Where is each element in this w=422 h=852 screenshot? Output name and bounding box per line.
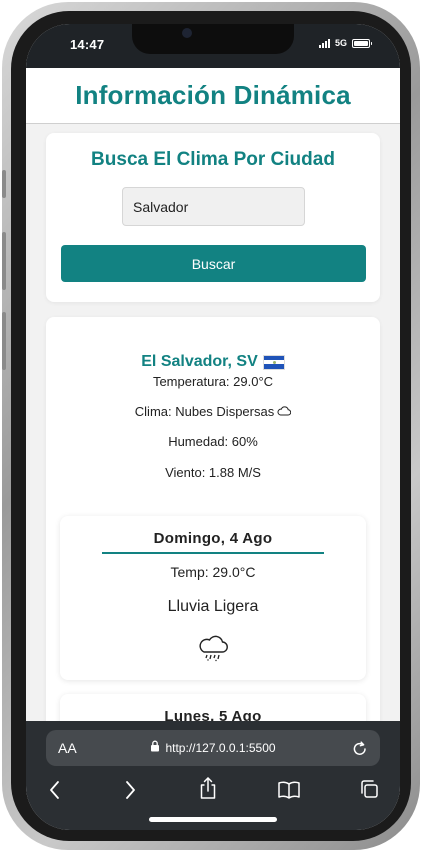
phone-screen: 14:47 5G Información Dinámica Busca El C… xyxy=(26,24,400,830)
city-heading: El Salvador, SV xyxy=(46,353,380,371)
share-icon[interactable] xyxy=(199,776,217,805)
wind-text: Viento: 1.88 M/S xyxy=(46,465,380,480)
temperature-value: Temperatura: 29.0°C xyxy=(152,374,274,389)
status-indicators: 5G xyxy=(318,38,372,48)
home-indicator[interactable] xyxy=(149,817,277,822)
status-bar: 14:47 5G xyxy=(26,24,400,68)
network-label: 5G xyxy=(334,38,347,48)
el-salvador-flag-icon xyxy=(262,354,285,370)
condition-value: Clima: Nubes Dispersas xyxy=(134,404,275,419)
wind-value: Viento: 1.88 M/S xyxy=(165,465,261,480)
humidity-value: Humedad: 60% xyxy=(168,434,258,449)
forecast-description: Lluvia Ligera xyxy=(167,598,259,615)
forecast-day: Lunes, 5 Ago xyxy=(164,708,262,722)
city-name: El Salvador, SV xyxy=(141,353,258,370)
temperature-text: Temperatura: 29.0°C xyxy=(46,374,380,389)
forecast-divider xyxy=(102,552,324,554)
battery-icon xyxy=(352,38,372,48)
page-content[interactable]: Busca El Clima Por Ciudad Buscar El Salv… xyxy=(26,124,400,722)
page-title: Información Dinámica xyxy=(75,80,351,110)
front-camera xyxy=(182,28,192,38)
signal-icon xyxy=(318,38,330,48)
status-time: 14:47 xyxy=(70,37,105,52)
browser-toolbar: AA http://127.0.0.1:5500 xyxy=(26,721,400,830)
volume-up-button xyxy=(2,232,6,290)
cloud-icon xyxy=(277,404,292,419)
condition-text: Clima: Nubes Dispersas xyxy=(46,404,380,419)
forecast-card: Lunes, 5 Ago xyxy=(60,694,366,722)
city-search-input[interactable] xyxy=(122,187,305,226)
url-display[interactable]: http://127.0.0.1:5500 xyxy=(46,730,380,766)
volume-down-button xyxy=(2,312,6,370)
mute-switch xyxy=(2,170,6,198)
bookmarks-icon[interactable] xyxy=(277,779,301,804)
humidity-text: Humedad: 60% xyxy=(46,434,380,449)
url-text: http://127.0.0.1:5500 xyxy=(165,741,276,755)
back-icon[interactable] xyxy=(48,779,62,806)
weather-card: El Salvador, SV Temperatura: 29.0°C Clim… xyxy=(46,317,380,722)
browser-nav-row xyxy=(26,776,400,806)
rain-cloud-icon xyxy=(197,634,229,667)
page-header: Información Dinámica xyxy=(26,68,400,124)
tabs-icon[interactable] xyxy=(359,779,379,804)
forecast-temp: Temp: 29.0°C xyxy=(170,564,256,580)
search-card: Busca El Clima Por Ciudad Buscar xyxy=(46,133,380,302)
forward-icon[interactable] xyxy=(123,779,137,806)
notch xyxy=(132,24,294,54)
forecast-day: Domingo, 4 Ago xyxy=(153,530,273,547)
search-button[interactable]: Buscar xyxy=(61,245,366,282)
search-heading: Busca El Clima Por Ciudad xyxy=(91,149,335,170)
forecast-card: Domingo, 4 Ago Temp: 29.0°C Lluvia Liger… xyxy=(60,516,366,680)
lock-icon xyxy=(150,739,160,757)
reload-icon[interactable] xyxy=(352,739,368,762)
address-bar[interactable]: AA http://127.0.0.1:5500 xyxy=(46,730,380,766)
